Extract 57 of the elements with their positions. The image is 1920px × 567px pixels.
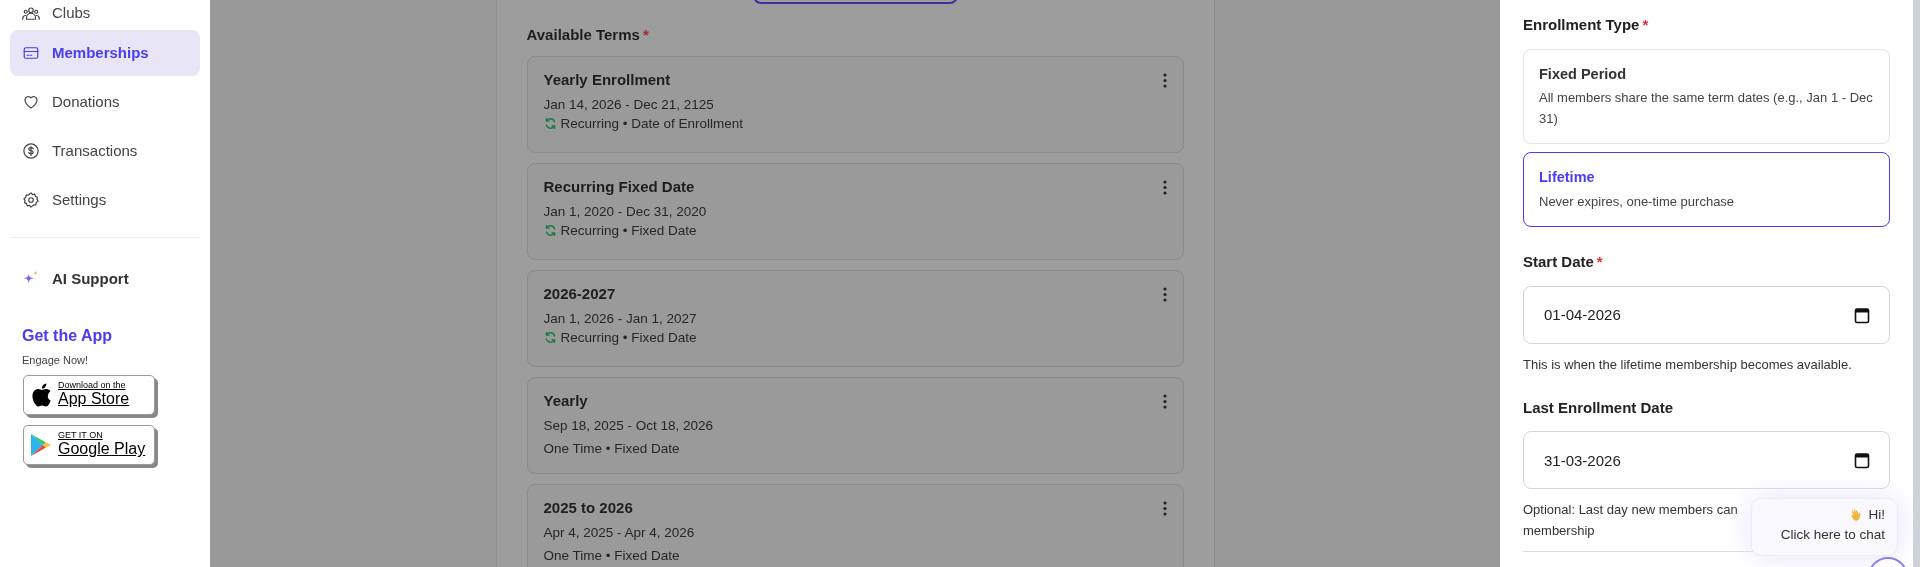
term-dates: Sep 18, 2025 - Oct 18, 2026 xyxy=(543,417,714,435)
term-dates: Jan 1, 2020 - Dec 31, 2020 xyxy=(543,203,707,221)
term-card[interactable]: Recurring Fixed Date Jan 1, 2020 - Dec 31, 2020 Recurring • Fixed Date xyxy=(526,162,1184,260)
app-store-badge[interactable]: GET IT ON Google Play xyxy=(23,424,155,465)
term-card[interactable]: Yearly Sep 18, 2025 - Oct 18, 2026 One Time • Fixed Date xyxy=(526,376,1184,474)
help-text: Optional: Last day new members can xyxy=(1523,501,1738,519)
help-text: membership xyxy=(1523,522,1595,540)
card-icon xyxy=(22,44,40,62)
sidebar-item[interactable]: Settings xyxy=(10,177,200,223)
term-name: Recurring Fixed Date xyxy=(543,176,696,197)
term-schedule: Recurring • Date of Enrollment xyxy=(543,114,744,133)
app-store-badge[interactable]: Download on the App Store xyxy=(23,374,155,415)
engage-text: Engage Now! xyxy=(22,353,90,368)
ai-support-link[interactable]: AI Support xyxy=(10,256,200,302)
term-card[interactable]: 2025 to 2026 Apr 4, 2025 - Apr 4, 2026 One Time • Fixed Date xyxy=(526,483,1184,567)
term-name: Yearly Enrollment xyxy=(543,69,672,90)
field-label: Last Enrollment Date xyxy=(1523,397,1675,418)
apple-logo-icon xyxy=(30,381,52,408)
more-options-icon[interactable] xyxy=(1162,500,1167,516)
chat-bubble[interactable]: Hi! Click here to chat xyxy=(1751,498,1898,556)
enrollment-option[interactable]: Fixed Period All members share the same term dates (e.g., Jan 1 - Dec 31) xyxy=(1523,48,1890,145)
field-label: Enrollment Type * xyxy=(1523,15,1650,35)
more-options-icon[interactable] xyxy=(1162,393,1167,409)
scrollbar[interactable] xyxy=(1913,0,1920,567)
term-schedule: One Time • Fixed Date xyxy=(543,440,681,458)
calendar-icon[interactable] xyxy=(1854,451,1870,469)
sidebar-item[interactable]: Transactions xyxy=(10,128,200,174)
calendar-icon[interactable] xyxy=(1854,305,1870,324)
heart-icon xyxy=(22,93,40,111)
term-dates: Apr 4, 2025 - Apr 4, 2026 xyxy=(543,524,695,542)
sidebar-item[interactable]: Clubs xyxy=(10,0,200,27)
term-schedule: Recurring • Fixed Date xyxy=(543,328,697,347)
term-dates: Jan 1, 2026 - Jan 1, 2027 xyxy=(543,310,697,328)
term-dates: Jan 14, 2026 - Dec 21, 2125 xyxy=(543,96,715,114)
term-schedule: Recurring • Fixed Date xyxy=(543,221,707,240)
people-icon xyxy=(22,4,40,23)
field-label: Start Date * xyxy=(1523,252,1604,272)
more-options-icon[interactable] xyxy=(1162,72,1167,88)
term-card[interactable]: 2026-2027 Jan 1, 2026 - Jan 1, 2027 Recurring • Fixed Date xyxy=(526,269,1184,367)
enrollment-option[interactable]: Lifetime Never expires, one-time purchase xyxy=(1523,152,1890,227)
sidebar-item[interactable]: Memberships xyxy=(10,30,200,76)
term-name: 2025 to 2026 xyxy=(543,497,634,518)
dollar-icon xyxy=(22,142,40,160)
term-name: Yearly xyxy=(543,390,589,411)
help-text: This is when the lifetime membership becomes available. xyxy=(1523,355,1853,374)
play-logo-icon xyxy=(30,432,52,457)
more-options-icon[interactable] xyxy=(1162,179,1167,195)
date-field[interactable]: 31-03-2026 xyxy=(1523,431,1890,489)
section-label: Available Terms * xyxy=(526,25,650,45)
date-field[interactable]: 01-04-2026 xyxy=(1523,285,1890,344)
term-card[interactable]: Yearly Enrollment Jan 14, 2026 - Dec 21, 2125 Recurring • Date of Enrollment xyxy=(526,55,1184,153)
term-name: 2026-2027 xyxy=(543,283,617,304)
term-schedule: One Time • Fixed Date xyxy=(543,547,681,565)
more-options-icon[interactable] xyxy=(1162,286,1167,302)
get-app-heading: Get the App xyxy=(22,326,114,346)
sidebar-item[interactable]: Donations xyxy=(10,79,200,125)
settings-icon xyxy=(22,191,40,209)
